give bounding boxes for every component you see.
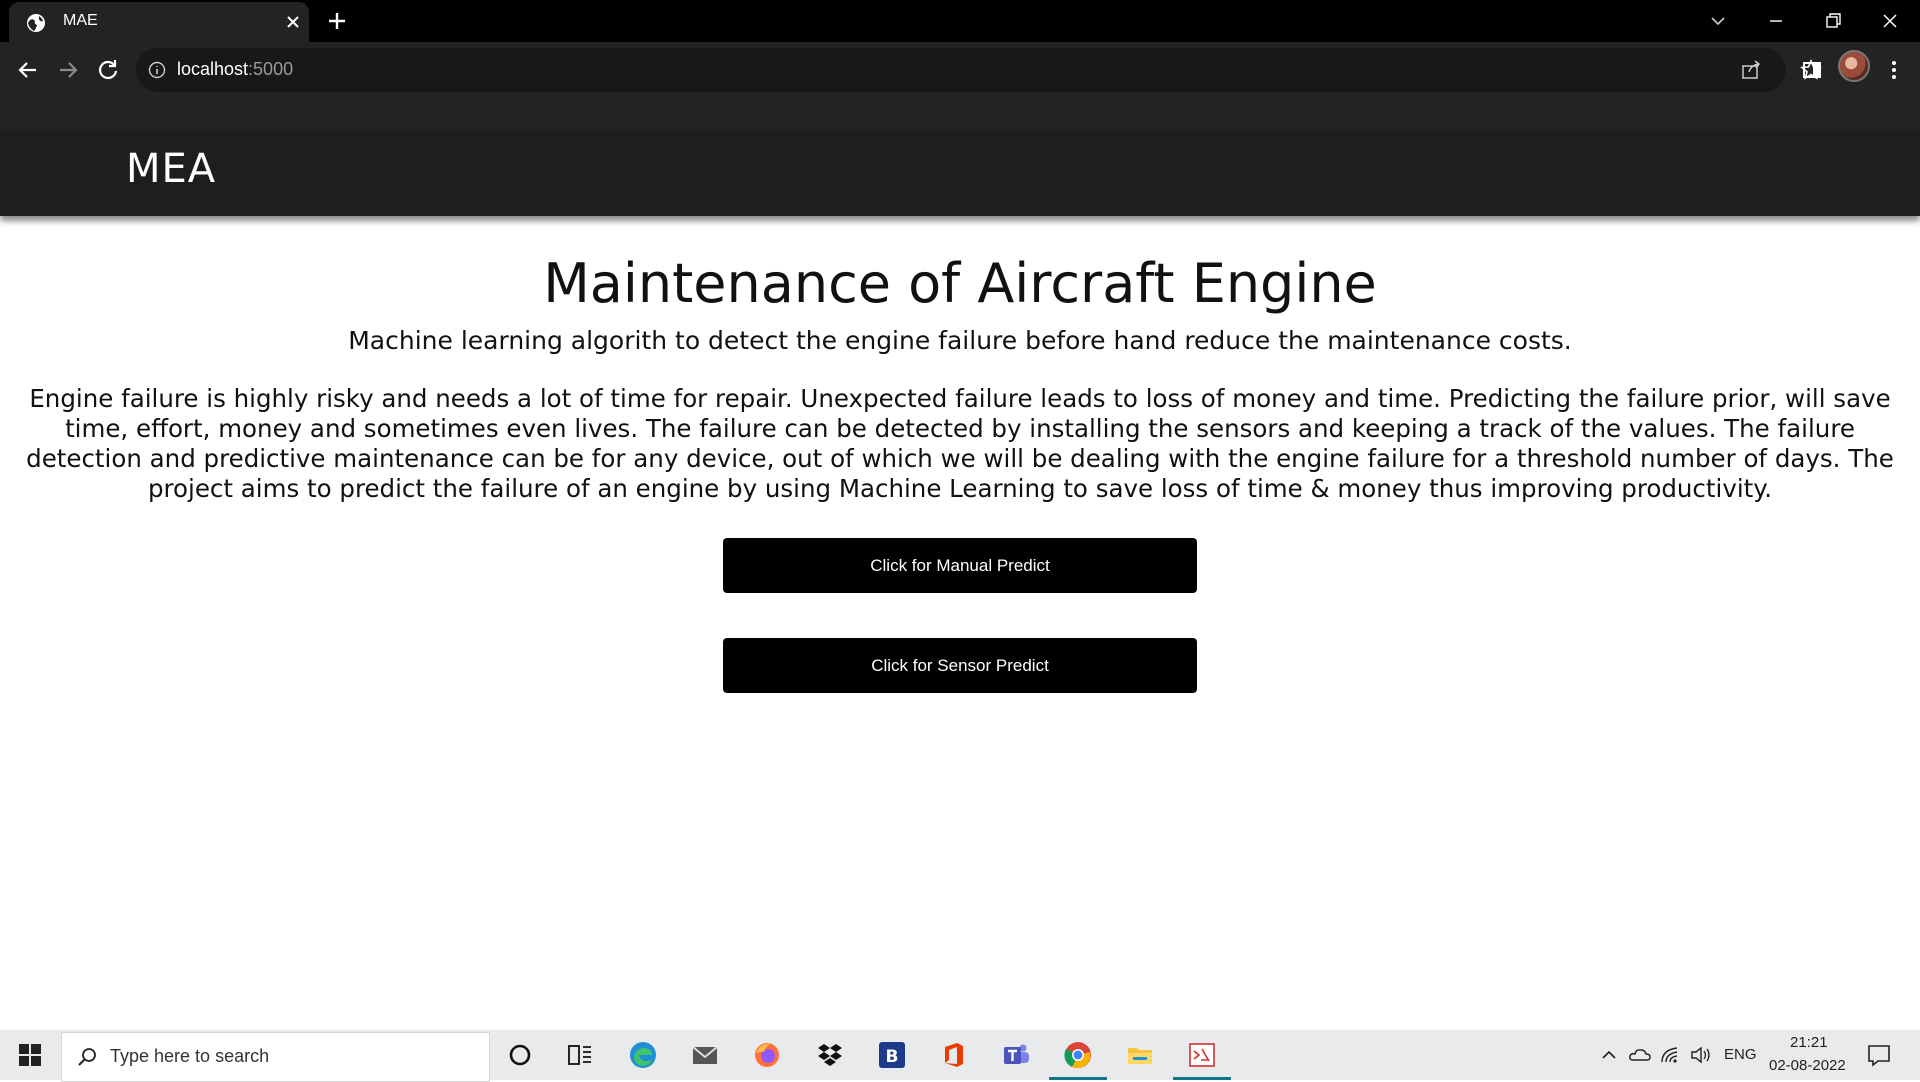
tab-title: MAE — [63, 12, 98, 29]
project-description: Engine failure is highly risky and needs… — [26, 384, 1894, 503]
profile-avatar[interactable] — [1838, 50, 1870, 82]
search-icon — [78, 1048, 96, 1066]
site-navbar: MEA — [0, 130, 1920, 216]
manual-predict-button[interactable]: Click for Manual Predict — [723, 538, 1197, 593]
back-icon[interactable] — [12, 54, 44, 86]
cortana-icon[interactable] — [505, 1040, 535, 1070]
reload-icon[interactable] — [92, 54, 124, 86]
onedrive-icon[interactable] — [1628, 1040, 1652, 1070]
share-icon[interactable] — [1740, 59, 1762, 81]
language-indicator[interactable]: ENG — [1724, 1046, 1757, 1063]
close-window-icon[interactable] — [1877, 8, 1903, 34]
code-app-icon[interactable] — [1187, 1040, 1217, 1070]
site-info-icon[interactable] — [148, 61, 166, 79]
side-panel-icon[interactable] — [1796, 54, 1828, 86]
tab-search-icon[interactable] — [1705, 8, 1731, 34]
edge-icon[interactable] — [628, 1040, 658, 1070]
notifications-icon[interactable] — [1864, 1040, 1894, 1070]
volume-icon[interactable] — [1689, 1040, 1713, 1070]
file-explorer-icon[interactable] — [1125, 1040, 1155, 1070]
address-bar[interactable]: localhost:5000 — [136, 48, 1822, 92]
taskbar-search-box[interactable]: Type here to search — [61, 1032, 490, 1082]
close-tab-icon[interactable] — [282, 11, 304, 33]
minimize-icon[interactable] — [1763, 8, 1789, 34]
office-icon[interactable] — [939, 1040, 969, 1070]
restore-icon[interactable] — [1820, 8, 1846, 34]
url-text[interactable]: localhost:5000 — [177, 59, 293, 80]
chrome-icon[interactable] — [1063, 1040, 1093, 1070]
search-placeholder: Type here to search — [110, 1046, 270, 1066]
browser-toolbar: localhost:5000 — [0, 42, 1920, 130]
dropbox-icon[interactable] — [815, 1040, 845, 1070]
menu-kebab-icon[interactable] — [1878, 54, 1910, 86]
teams-icon[interactable] — [1001, 1040, 1031, 1070]
globe-icon — [27, 14, 45, 32]
wifi-icon[interactable] — [1659, 1040, 1683, 1070]
brand-logo-text[interactable]: MEA — [126, 146, 216, 192]
firefox-icon[interactable] — [752, 1040, 782, 1070]
b-app-icon[interactable]: B — [877, 1040, 907, 1070]
sensor-predict-button[interactable]: Click for Sensor Predict — [723, 638, 1197, 693]
windows-taskbar: Type here to search B ENG 21:21 02-08-20… — [0, 1030, 1920, 1082]
new-tab-icon[interactable] — [326, 10, 348, 32]
tray-chevron-up-icon[interactable] — [1598, 1040, 1620, 1070]
svg-text:B: B — [886, 1047, 899, 1067]
mail-icon[interactable] — [690, 1040, 720, 1070]
task-view-icon[interactable] — [565, 1040, 595, 1070]
clock-date[interactable]: 02-08-2022 — [1769, 1057, 1846, 1074]
page-subtitle: Machine learning algorith to detect the … — [348, 326, 1572, 355]
windows-start-icon[interactable] — [19, 1044, 41, 1066]
page-title: Maintenance of Aircraft Engine — [543, 252, 1377, 315]
forward-icon[interactable] — [52, 54, 84, 86]
browser-tab-strip: MAE — [0, 0, 1920, 42]
clock-time[interactable]: 21:21 — [1790, 1034, 1828, 1051]
browser-tab[interactable]: MAE — [9, 2, 309, 42]
